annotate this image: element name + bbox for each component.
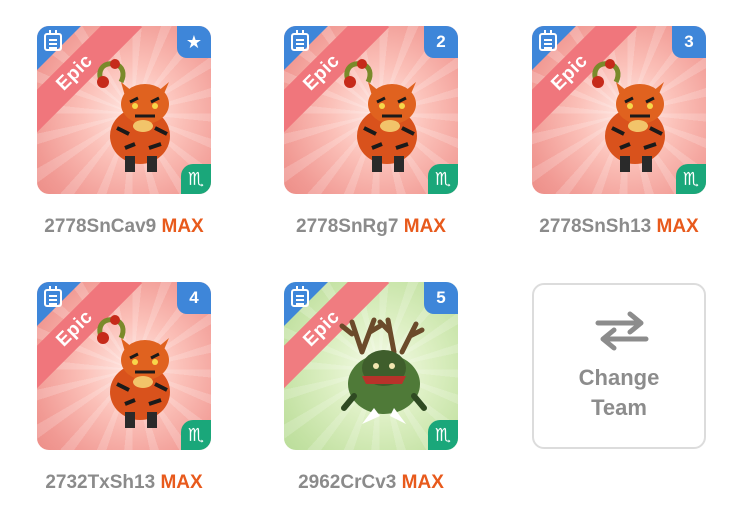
leader-star-badge: ★ <box>177 26 211 58</box>
change-team-label-line1: Change <box>578 365 660 390</box>
star-icon: ★ <box>185 32 203 52</box>
monster-name: 2778SnCav9 <box>44 216 157 237</box>
monster-card[interactable]: Epic ★ ♏ <box>37 26 211 194</box>
monster-card[interactable]: Epic 4 ♏ <box>37 282 211 450</box>
zodiac-scorpio-icon: ♏ <box>428 164 458 194</box>
slot-number-badge: 5 <box>424 282 458 314</box>
change-team-label-line2: Team <box>591 395 647 420</box>
calendar-icon <box>291 30 309 51</box>
antlered-beast-icon <box>339 317 427 424</box>
monster-card[interactable]: Epic 2 ♏ <box>284 26 458 194</box>
slot-number-badge: 3 <box>672 26 706 58</box>
calendar-icon <box>539 30 557 51</box>
monster-name: 2962CrCv3 <box>298 472 397 493</box>
max-level-tag: MAX <box>161 216 204 237</box>
max-level-tag: MAX <box>160 472 203 493</box>
max-level-tag: MAX <box>656 216 699 237</box>
monster-name-label: 2778SnCav9 MAX <box>17 216 231 238</box>
max-level-tag: MAX <box>403 216 446 237</box>
monster-name: 2778SnSh13 <box>539 216 652 237</box>
monster-name-label: 2778SnRg7 MAX <box>264 216 478 238</box>
monster-name: 2778SnRg7 <box>296 216 399 237</box>
change-team-label: Change Team <box>534 363 704 423</box>
monster-card[interactable]: Epic 3 ♏ <box>532 26 706 194</box>
zodiac-scorpio-icon: ♏ <box>181 420 211 450</box>
zodiac-scorpio-icon: ♏ <box>676 164 706 194</box>
zodiac-scorpio-icon: ♏ <box>428 420 458 450</box>
monster-card[interactable]: Epic 5 ♏ <box>284 282 458 450</box>
calendar-icon <box>291 286 309 307</box>
swap-arrows-icon <box>595 311 649 351</box>
fire-tiger-icon <box>97 315 170 428</box>
monster-name-label: 2778SnSh13 MAX <box>512 216 726 238</box>
max-level-tag: MAX <box>401 472 444 493</box>
fire-tiger-icon <box>344 59 417 172</box>
zodiac-scorpio-icon: ♏ <box>181 164 211 194</box>
calendar-icon <box>44 30 62 51</box>
monster-name: 2732TxSh13 <box>45 472 156 493</box>
slot-number-badge: 2 <box>424 26 458 58</box>
monster-name-label: 2962CrCv3 MAX <box>264 472 478 494</box>
calendar-icon <box>44 286 62 307</box>
slot-number-badge: 4 <box>177 282 211 314</box>
monster-name-label: 2732TxSh13 MAX <box>17 472 231 494</box>
change-team-button[interactable]: Change Team <box>532 283 706 449</box>
fire-tiger-icon <box>97 59 170 172</box>
fire-tiger-icon <box>592 59 665 172</box>
